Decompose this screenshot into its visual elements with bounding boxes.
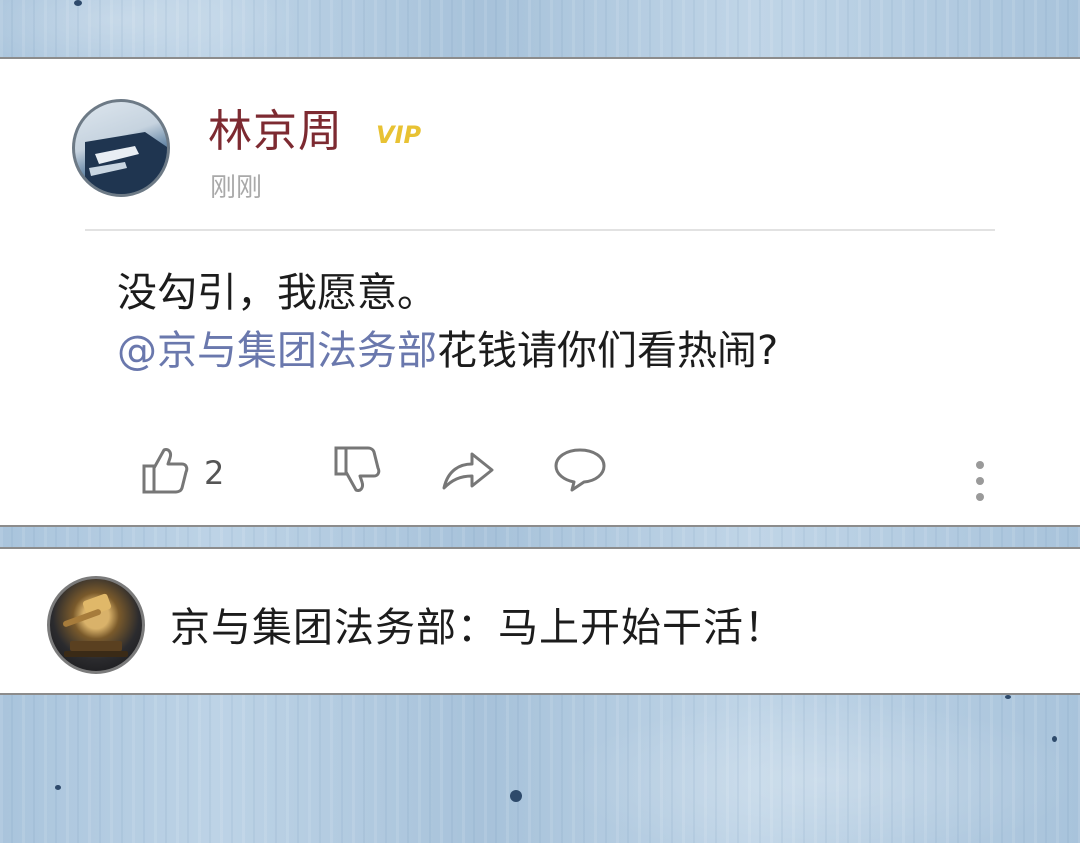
- reply-card: 京与集团法务部：马上开始干活！: [0, 547, 1080, 695]
- like-count: 2: [204, 454, 225, 492]
- divider: [85, 229, 995, 231]
- comment-bubble-icon: [554, 448, 606, 492]
- ink-spot: [1052, 736, 1057, 742]
- post-text-line: 没勾引，我愿意。: [117, 270, 437, 316]
- timestamp: 刚刚: [210, 173, 263, 203]
- like-button[interactable]: 2: [140, 444, 250, 500]
- thumbs-down-icon: [334, 446, 381, 492]
- dislike-button[interactable]: [332, 444, 388, 500]
- reply-text: 京与集团法务部：马上开始干活！: [170, 605, 785, 651]
- avatar[interactable]: [72, 99, 170, 197]
- post-text: 花钱请你们看热闹?: [437, 328, 779, 374]
- vip-badge: VIP: [376, 121, 422, 149]
- ink-spot: [55, 785, 61, 790]
- more-button[interactable]: [966, 459, 994, 505]
- avatar[interactable]: [47, 576, 145, 674]
- mention-link[interactable]: @京与集团法务部: [117, 328, 437, 374]
- ink-spot: [510, 790, 522, 802]
- share-arrow-icon: [442, 452, 494, 490]
- post-text-line: @京与集团法务部花钱请你们看热闹?: [117, 322, 778, 380]
- post-card: 林京周 VIP 刚刚 没勾引，我愿意。 @京与集团法务部花钱请你们看热闹? 2: [0, 57, 1080, 527]
- ink-spot: [74, 0, 82, 6]
- username[interactable]: 林京周: [208, 95, 343, 159]
- comment-button[interactable]: [552, 444, 608, 500]
- ink-spot: [1005, 695, 1011, 699]
- share-button[interactable]: [440, 444, 496, 500]
- gavel-avatar-image: [63, 593, 128, 657]
- thumbs-up-icon: [142, 448, 189, 494]
- avatar-image: [85, 132, 167, 194]
- post-content: 没勾引，我愿意。 @京与集团法务部花钱请你们看热闹?: [117, 264, 778, 380]
